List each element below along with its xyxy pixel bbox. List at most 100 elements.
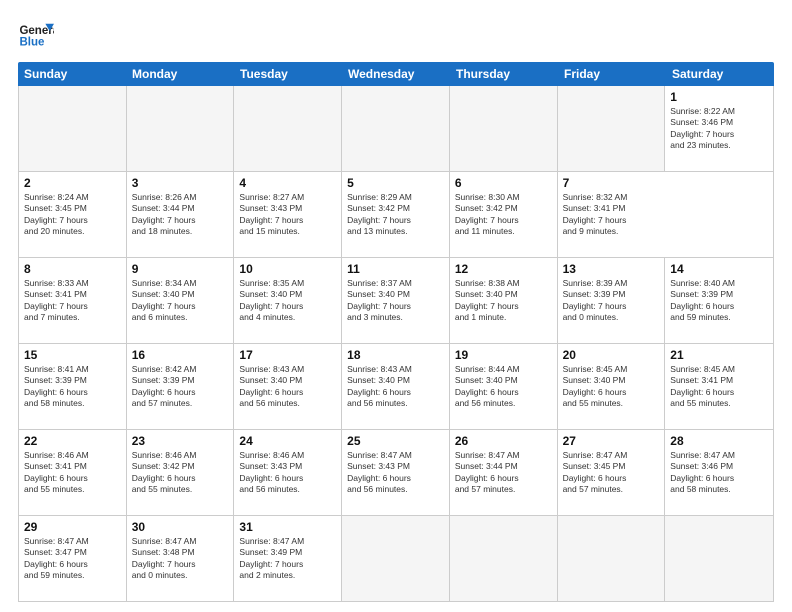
day-info: Sunrise: 8:46 AM Sunset: 3:43 PM Dayligh…	[239, 450, 336, 496]
calendar-cell: 17 Sunrise: 8:43 AM Sunset: 3:40 PM Dayli…	[234, 344, 342, 429]
day-number: 23	[132, 434, 229, 448]
logo: General Blue	[18, 18, 54, 54]
calendar-cell: 21 Sunrise: 8:45 AM Sunset: 3:41 PM Dayli…	[665, 344, 773, 429]
day-number: 16	[132, 348, 229, 362]
day-info: Sunrise: 8:47 AM Sunset: 3:45 PM Dayligh…	[563, 450, 660, 496]
day-number: 15	[24, 348, 121, 362]
day-number: 22	[24, 434, 121, 448]
weekday-header: Saturday	[666, 62, 774, 86]
empty-cell	[450, 516, 558, 601]
weekday-header: Thursday	[450, 62, 558, 86]
calendar-cell: 29 Sunrise: 8:47 AM Sunset: 3:47 PM Dayli…	[19, 516, 127, 601]
day-info: Sunrise: 8:42 AM Sunset: 3:39 PM Dayligh…	[132, 364, 229, 410]
calendar-cell: 8 Sunrise: 8:33 AM Sunset: 3:41 PM Daylig…	[19, 258, 127, 343]
day-info: Sunrise: 8:34 AM Sunset: 3:40 PM Dayligh…	[132, 278, 229, 324]
calendar-row: 22 Sunrise: 8:46 AM Sunset: 3:41 PM Dayli…	[19, 430, 773, 516]
day-info: Sunrise: 8:47 AM Sunset: 3:47 PM Dayligh…	[24, 536, 121, 582]
day-number: 29	[24, 520, 121, 534]
svg-text:Blue: Blue	[19, 36, 45, 48]
calendar-cell: 9Sunrise: 8:34 AM Sunset: 3:40 PM Daylig…	[127, 258, 235, 343]
calendar-cell: 10Sunrise: 8:35 AM Sunset: 3:40 PM Dayli…	[234, 258, 342, 343]
day-info: Sunrise: 8:47 AM Sunset: 3:44 PM Dayligh…	[455, 450, 552, 496]
calendar-cell: 14Sunrise: 8:40 AM Sunset: 3:39 PM Dayli…	[665, 258, 773, 343]
day-number: 28	[670, 434, 768, 448]
calendar-cell: 22 Sunrise: 8:46 AM Sunset: 3:41 PM Dayli…	[19, 430, 127, 515]
day-number: 21	[670, 348, 768, 362]
weekday-header: Wednesday	[342, 62, 450, 86]
header: General Blue	[18, 18, 774, 54]
day-info: Sunrise: 8:41 AM Sunset: 3:39 PM Dayligh…	[24, 364, 121, 410]
calendar-row: 8 Sunrise: 8:33 AM Sunset: 3:41 PM Daylig…	[19, 258, 773, 344]
day-number: 8	[24, 262, 121, 276]
calendar-cell: 30 Sunrise: 8:47 AM Sunset: 3:48 PM Dayli…	[127, 516, 235, 601]
day-info: Sunrise: 8:47 AM Sunset: 3:43 PM Dayligh…	[347, 450, 444, 496]
day-number: 20	[563, 348, 660, 362]
day-info: Sunrise: 8:47 AM Sunset: 3:46 PM Dayligh…	[670, 450, 768, 496]
calendar-row: 15 Sunrise: 8:41 AM Sunset: 3:39 PM Dayli…	[19, 344, 773, 430]
day-info: Sunrise: 8:39 AM Sunset: 3:39 PM Dayligh…	[563, 278, 660, 324]
calendar-cell: 31 Sunrise: 8:47 AM Sunset: 3:49 PM Dayli…	[234, 516, 342, 601]
calendar-row: 29 Sunrise: 8:47 AM Sunset: 3:47 PM Dayli…	[19, 516, 773, 601]
calendar-cell: 1 Sunrise: 8:22 AM Sunset: 3:46 PM Daylig…	[665, 86, 773, 171]
calendar-cell: 28 Sunrise: 8:47 AM Sunset: 3:46 PM Dayli…	[665, 430, 773, 515]
day-number: 17	[239, 348, 336, 362]
day-number: 31	[239, 520, 336, 534]
calendar-cell: 7Sunrise: 8:32 AM Sunset: 3:41 PM Daylig…	[558, 172, 666, 257]
empty-cell	[19, 86, 127, 171]
weekday-header: Friday	[558, 62, 666, 86]
calendar-cell: 12Sunrise: 8:38 AM Sunset: 3:40 PM Dayli…	[450, 258, 558, 343]
calendar-cell: 4Sunrise: 8:27 AM Sunset: 3:43 PM Daylig…	[234, 172, 342, 257]
day-info: Sunrise: 8:32 AM Sunset: 3:41 PM Dayligh…	[563, 192, 661, 238]
day-info: Sunrise: 8:22 AM Sunset: 3:46 PM Dayligh…	[670, 106, 768, 152]
day-info: Sunrise: 8:29 AM Sunset: 3:42 PM Dayligh…	[347, 192, 444, 238]
calendar-header: SundayMondayTuesdayWednesdayThursdayFrid…	[18, 62, 774, 86]
day-info: Sunrise: 8:43 AM Sunset: 3:40 PM Dayligh…	[239, 364, 336, 410]
day-info: Sunrise: 8:46 AM Sunset: 3:41 PM Dayligh…	[24, 450, 121, 496]
empty-cell	[450, 86, 558, 171]
day-number: 4	[239, 176, 336, 190]
calendar-cell: 3Sunrise: 8:26 AM Sunset: 3:44 PM Daylig…	[127, 172, 235, 257]
calendar-cell: 27Sunrise: 8:47 AM Sunset: 3:45 PM Dayli…	[558, 430, 666, 515]
day-info: Sunrise: 8:47 AM Sunset: 3:48 PM Dayligh…	[132, 536, 229, 582]
day-info: Sunrise: 8:46 AM Sunset: 3:42 PM Dayligh…	[132, 450, 229, 496]
calendar-cell: 24 Sunrise: 8:46 AM Sunset: 3:43 PM Dayli…	[234, 430, 342, 515]
calendar-cell: 15 Sunrise: 8:41 AM Sunset: 3:39 PM Dayli…	[19, 344, 127, 429]
calendar-cell: 26Sunrise: 8:47 AM Sunset: 3:44 PM Dayli…	[450, 430, 558, 515]
day-number: 12	[455, 262, 552, 276]
empty-cell	[665, 516, 773, 601]
day-number: 24	[239, 434, 336, 448]
empty-cell	[342, 86, 450, 171]
day-info: Sunrise: 8:33 AM Sunset: 3:41 PM Dayligh…	[24, 278, 121, 324]
day-number: 6	[455, 176, 552, 190]
day-number: 19	[455, 348, 552, 362]
day-info: Sunrise: 8:30 AM Sunset: 3:42 PM Dayligh…	[455, 192, 552, 238]
day-info: Sunrise: 8:44 AM Sunset: 3:40 PM Dayligh…	[455, 364, 552, 410]
day-number: 30	[132, 520, 229, 534]
empty-cell	[234, 86, 342, 171]
day-number: 11	[347, 262, 444, 276]
empty-cell	[342, 516, 450, 601]
day-number: 1	[670, 90, 768, 104]
logo-icon: General Blue	[18, 18, 54, 54]
day-number: 3	[132, 176, 229, 190]
empty-cell	[558, 86, 666, 171]
day-number: 2	[24, 176, 121, 190]
day-number: 5	[347, 176, 444, 190]
calendar-cell: 6 Sunrise: 8:30 AM Sunset: 3:42 PM Daylig…	[450, 172, 558, 257]
calendar: SundayMondayTuesdayWednesdayThursdayFrid…	[18, 62, 774, 602]
day-info: Sunrise: 8:47 AM Sunset: 3:49 PM Dayligh…	[239, 536, 336, 582]
day-number: 10	[239, 262, 336, 276]
calendar-row: 1 Sunrise: 8:22 AM Sunset: 3:46 PM Daylig…	[19, 86, 773, 172]
calendar-cell: 13Sunrise: 8:39 AM Sunset: 3:39 PM Dayli…	[558, 258, 666, 343]
day-number: 18	[347, 348, 444, 362]
weekday-header: Tuesday	[234, 62, 342, 86]
calendar-cell: 5 Sunrise: 8:29 AM Sunset: 3:42 PM Daylig…	[342, 172, 450, 257]
weekday-header: Sunday	[18, 62, 126, 86]
day-info: Sunrise: 8:24 AM Sunset: 3:45 PM Dayligh…	[24, 192, 121, 238]
calendar-cell: 25 Sunrise: 8:47 AM Sunset: 3:43 PM Dayli…	[342, 430, 450, 515]
day-info: Sunrise: 8:45 AM Sunset: 3:41 PM Dayligh…	[670, 364, 768, 410]
empty-cell	[127, 86, 235, 171]
day-info: Sunrise: 8:40 AM Sunset: 3:39 PM Dayligh…	[670, 278, 768, 324]
day-info: Sunrise: 8:45 AM Sunset: 3:40 PM Dayligh…	[563, 364, 660, 410]
day-number: 25	[347, 434, 444, 448]
